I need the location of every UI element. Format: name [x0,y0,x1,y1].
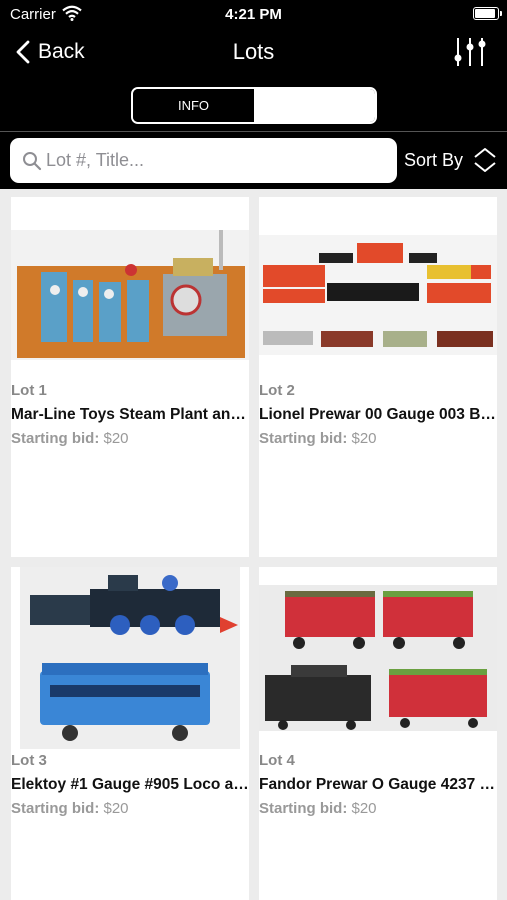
back-label: Back [38,40,85,63]
lot-number: Lot 2 [259,382,295,399]
search-box [10,138,397,183]
lot-card[interactable]: Lot 2 Lionel Prewar 00 Gauge 003 Boxed S… [259,197,497,557]
lot-card[interactable]: Lot 4 Fandor Prewar O Gauge 4237 Passeng… [259,567,497,900]
bid-label: Starting bid: [11,800,100,817]
lot-number: Lot 4 [259,752,295,769]
lot-image-elektoy-loco [11,567,249,749]
bid-label: Starting bid: [259,430,348,447]
bid-value: $20 [103,800,129,817]
filter-button[interactable] [453,36,487,68]
lot-image-steam-plant [11,215,249,375]
lot-title: Mar-Line Toys Steam Plant and Accessorie… [11,406,249,423]
bid-label: Starting bid: [11,430,100,447]
starting-bid: Starting bid: $20 [11,430,249,447]
bid-value: $20 [103,430,129,447]
search-row: Sort By [0,131,507,189]
navigation-bar: Back Lots [0,30,507,75]
bid-label: Starting bid: [259,800,348,817]
chevron-left-icon [16,40,30,64]
sliders-icon [454,38,486,66]
sort-label: Sort By [404,149,464,170]
status-bar: Carrier 4:21 PM [0,0,507,30]
search-icon [23,152,42,171]
lot-image-fandor-set [259,585,497,731]
segment-bar: INFO [0,75,507,131]
lot-card[interactable]: Lot 3 Elektoy #1 Gauge #905 Loco and Coa… [11,567,249,900]
bid-value: $20 [351,430,377,447]
sort-button[interactable]: Sort By [404,142,497,178]
lot-title: Elektoy #1 Gauge #905 Loco and Coach [11,776,249,793]
lot-number: Lot 3 [11,752,47,769]
starting-bid: Starting bid: $20 [11,800,249,817]
lot-number: Lot 1 [11,382,47,399]
sort-icon [474,148,496,172]
bid-value: $20 [351,800,377,817]
status-time: 4:21 PM [225,6,282,23]
segmented-control: INFO [131,87,377,124]
tab-info[interactable]: INFO [133,89,254,122]
back-button[interactable]: Back [16,37,85,67]
lot-title: Lionel Prewar 00 Gauge 003 Boxed Set [259,406,497,423]
lot-card[interactable]: Lot 1 Mar-Line Toys Steam Plant and Acce… [11,197,249,557]
lot-image-lionel-set [259,215,497,375]
search-input[interactable] [46,138,386,183]
lot-title: Fandor Prewar O Gauge 4237 Passenger Set [259,776,497,793]
starting-bid: Starting bid: $20 [259,430,497,447]
battery-icon [473,7,502,20]
tab-lots[interactable] [254,89,375,122]
starting-bid: Starting bid: $20 [259,800,497,817]
